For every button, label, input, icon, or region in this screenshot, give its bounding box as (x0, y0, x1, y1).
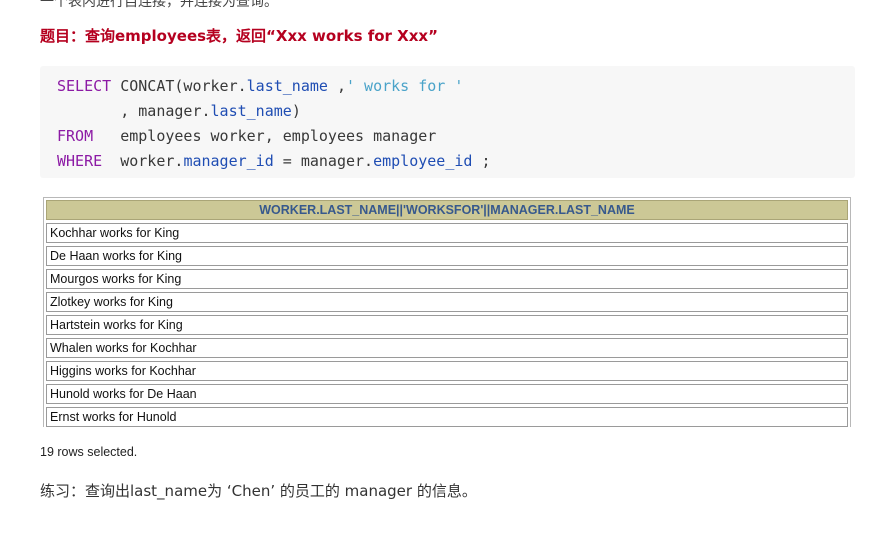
sql-text: ; (472, 152, 491, 170)
result-row: Zlotkey works for King (46, 292, 848, 312)
result-row: Ernst works for Hunold (46, 407, 848, 427)
sql-text: = manager. (273, 152, 374, 170)
result-column-header: WORKER.LAST_NAME||'WORKSFOR'||MANAGER.LA… (46, 200, 848, 220)
sql-text: ) (291, 102, 301, 120)
exercise-heading: 题目：查询employees表，返回“Xxx works for Xxx” (40, 27, 438, 45)
rows-selected-note: 19 rows selected. (40, 445, 138, 459)
query-result-table: WORKER.LAST_NAME||'WORKSFOR'||MANAGER.LA… (43, 197, 851, 427)
result-row: Kochhar works for King (46, 223, 848, 243)
sql-keyword: FROM (57, 127, 94, 145)
result-row: Higgins works for Kochhar (46, 361, 848, 381)
sql-code-block: SELECT CONCAT(worker.last_name ,' works … (40, 66, 855, 178)
sql-text: employees worker, employees manager (93, 127, 437, 145)
result-row: Hunold works for De Haan (46, 384, 848, 404)
sql-text: CONCAT(worker. (111, 77, 247, 95)
sql-text: worker. (102, 152, 184, 170)
sql-string: ' works for ' (346, 77, 464, 95)
sql-keyword: WHERE (57, 152, 103, 170)
result-row: De Haan works for King (46, 246, 848, 266)
result-row: Whalen works for Kochhar (46, 338, 848, 358)
sql-keyword: SELECT (57, 77, 112, 95)
sql-field: last_name (246, 77, 328, 95)
sql-field: manager_id (183, 152, 274, 170)
sql-field: employee_id (373, 152, 473, 170)
cut-off-text: 一个表内进行自连接，并连接为查询。 (40, 0, 278, 10)
result-row: Hartstein works for King (46, 315, 848, 335)
sql-text: , manager. (57, 102, 211, 120)
practice-exercise-text: 练习：查询出last_name为 ‘Chen’ 的员工的 manager 的信息… (40, 482, 477, 500)
sql-text: , (327, 77, 346, 95)
result-row: Mourgos works for King (46, 269, 848, 289)
sql-field: last_name (210, 102, 292, 120)
